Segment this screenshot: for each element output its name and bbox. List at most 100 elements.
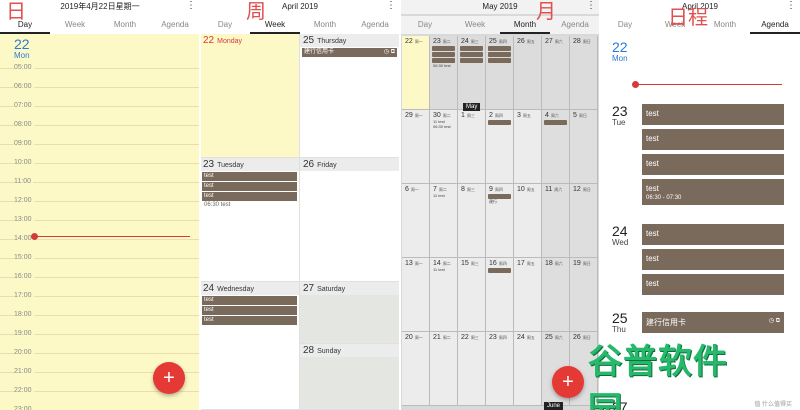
add-event-button[interactable]: + [153, 362, 185, 394]
agenda-event[interactable]: test 06:30 - 07:30 [642, 179, 784, 205]
month-day-cell[interactable]: 16 周四 [486, 258, 514, 332]
overflow-menu-icon[interactable]: ⋮ [586, 1, 596, 11]
month-day-cell[interactable]: 11 周六 [542, 184, 570, 258]
month-day-cell[interactable]: 28 周日 [570, 36, 598, 110]
tab-day[interactable]: Day [200, 16, 250, 34]
month-day-cell[interactable]: 3 周五 [514, 110, 542, 184]
month-day-cell[interactable]: 22 周三 [458, 332, 486, 406]
view-tabs: Day Week Month Agenda [200, 16, 400, 34]
month-event-bar[interactable] [460, 46, 483, 51]
weekday-abbr: 周四 [498, 335, 507, 340]
event-chip[interactable]: 建行信用卡 ◷ ⧉ [302, 48, 397, 57]
agenda-event[interactable]: test [642, 104, 784, 125]
tab-day[interactable]: Day [400, 16, 450, 34]
month-day-cell[interactable]: 9 周四 建行 [486, 184, 514, 258]
week-day-friday[interactable]: 26 Friday [300, 158, 400, 282]
month-event-bar[interactable] [488, 268, 511, 273]
month-day-cell[interactable]: 7 周二 11 test [430, 184, 458, 258]
month-day-cell[interactable]: 13 周一 [402, 258, 430, 332]
day-number: 13 [405, 260, 413, 267]
week-day-saturday[interactable]: 27 Saturday [300, 282, 400, 344]
overflow-menu-icon[interactable]: ⋮ [186, 1, 196, 11]
month-day-cell[interactable]: 19 周日 [570, 258, 598, 332]
month-day-cell[interactable]: 4 周六 [542, 110, 570, 184]
month-day-cell[interactable]: 29 周一 [402, 110, 430, 184]
month-day-cell[interactable]: 30 周二 11 test 06:30 test [430, 110, 458, 184]
month-day-cell[interactable]: 24 周三 [458, 36, 486, 110]
tab-agenda[interactable]: Agenda [750, 16, 800, 34]
week-day-thursday[interactable]: 25 Thursday 建行信用卡 ◷ ⧉ [300, 34, 400, 158]
month-day-number: 29 周一 [402, 110, 429, 119]
agenda-event[interactable]: test [642, 129, 784, 150]
month-day-cell[interactable]: 27 周六 [542, 36, 570, 110]
month-day-cell[interactable]: 2 周四 [486, 110, 514, 184]
month-event-bar[interactable] [488, 58, 511, 63]
agenda-event[interactable]: test [642, 224, 784, 245]
month-day-cell[interactable]: 1 周三 [458, 110, 486, 184]
tab-agenda[interactable]: Agenda [350, 16, 400, 34]
month-day-cell[interactable]: 24 周五 [514, 332, 542, 406]
agenda-event[interactable]: test [642, 249, 784, 270]
weekday-abbr: 周六 [554, 335, 563, 340]
event-chip[interactable]: test [202, 182, 297, 191]
month-day-cell[interactable]: 6 周一 [402, 184, 430, 258]
month-day-cell[interactable]: 10 周五 [514, 184, 542, 258]
weekday-abbr: 周二 [438, 187, 447, 192]
weekday-abbr: 周三 [470, 39, 479, 44]
agenda-event[interactable]: 建行信用卡 ◷ ⧉ [642, 312, 784, 333]
tab-month[interactable]: Month [300, 16, 350, 34]
month-day-number: 25 周四 [486, 36, 513, 45]
overflow-menu-icon[interactable]: ⋮ [786, 1, 796, 11]
month-event-bar[interactable] [460, 52, 483, 57]
hour-label: 16:00 [14, 273, 34, 280]
month-day-cell[interactable]: 25 周四 [486, 36, 514, 110]
tab-week[interactable]: Week [50, 16, 100, 34]
month-day-cell[interactable]: 23 周四 [486, 332, 514, 406]
event-chip[interactable]: test [202, 192, 297, 201]
month-event-bar[interactable] [460, 58, 483, 63]
weekday-abbr: 周一 [410, 187, 419, 192]
month-event-bar[interactable] [488, 120, 511, 125]
month-day-cell[interactable]: 5 周日 [570, 110, 598, 184]
month-day-cell[interactable]: 15 周三 [458, 258, 486, 332]
day-number: 29 [405, 112, 413, 119]
tab-day[interactable]: Day [600, 16, 650, 34]
week-day-sunday[interactable]: 28 Sunday [300, 344, 400, 410]
agenda-event[interactable]: test [642, 274, 784, 295]
month-day-cell[interactable]: 20 周一 [402, 332, 430, 406]
month-event-bar[interactable] [432, 46, 455, 51]
month-event-bar[interactable] [432, 52, 455, 57]
month-event-bar[interactable] [488, 52, 511, 57]
agenda-weekday: Thu [612, 325, 626, 334]
month-day-cell[interactable]: 26 周五 [514, 36, 542, 110]
add-event-button[interactable]: + [552, 366, 584, 398]
week-day-wednesday[interactable]: 24 Wednesday test test test [200, 282, 300, 410]
week-day-tuesday[interactable]: 23 Tuesday test test test 06:30 test [200, 158, 300, 282]
tab-month[interactable]: Month [100, 16, 150, 34]
event-icons: ◷ ⧉ [383, 49, 395, 55]
tab-agenda[interactable]: Agenda [150, 16, 200, 34]
event-chip[interactable]: test [202, 172, 297, 181]
day-number: 23 [489, 334, 497, 341]
month-day-cell[interactable]: 18 周六 [542, 258, 570, 332]
month-event-bar[interactable] [488, 46, 511, 51]
event-chip[interactable]: test [202, 316, 297, 325]
month-day-number: 22 周三 [458, 332, 485, 341]
month-day-cell[interactable]: 8 周三 [458, 184, 486, 258]
tab-agenda[interactable]: Agenda [550, 16, 600, 34]
tab-week[interactable]: Week [450, 16, 500, 34]
event-chip[interactable]: test [202, 306, 297, 315]
weekday-abbr: 周四 [494, 113, 503, 118]
month-day-cell[interactable]: 12 周日 [570, 184, 598, 258]
overflow-menu-icon[interactable]: ⋮ [386, 1, 396, 11]
week-day-monday[interactable]: 22 Monday [200, 34, 300, 158]
month-day-cell[interactable]: 23 周二 06:30 test [430, 36, 458, 110]
agenda-event[interactable]: test [642, 154, 784, 175]
day-timeline[interactable]: 22 Mon 05:00 06:00 07:00 08:00 09:00 10:00 11:… [0, 34, 200, 410]
month-day-cell[interactable]: 21 周二 [430, 332, 458, 406]
event-chip[interactable]: test [202, 296, 297, 305]
month-day-cell[interactable]: 17 周五 [514, 258, 542, 332]
month-day-cell[interactable]: 22 周一 [402, 36, 430, 110]
month-day-cell[interactable]: 14 周二 11 test [430, 258, 458, 332]
month-event-bar[interactable] [544, 120, 567, 125]
